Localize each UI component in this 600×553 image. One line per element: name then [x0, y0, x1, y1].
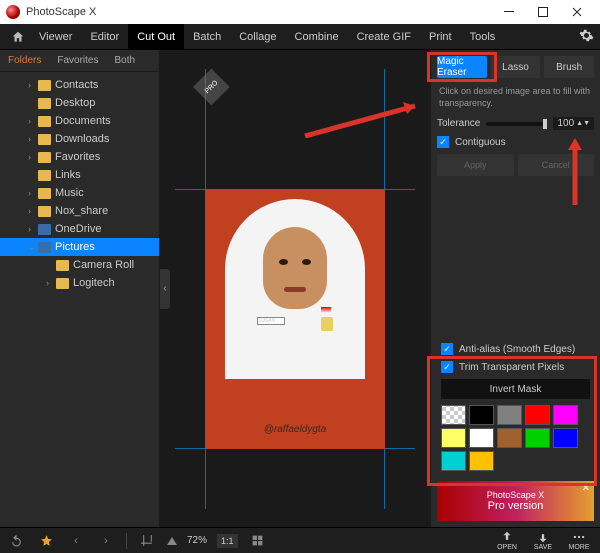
- app-icon: [6, 5, 20, 19]
- tree-item-onedrive[interactable]: ›OneDrive: [0, 220, 159, 238]
- minimize-button[interactable]: [492, 0, 526, 24]
- swatch[interactable]: [469, 451, 494, 471]
- maximize-button[interactable]: [526, 0, 560, 24]
- bottom-toolbar: ‹ › 72% 1:1 OPEN SAVE MORE: [0, 527, 600, 553]
- tree-item-desktop[interactable]: Desktop: [0, 94, 159, 112]
- menu-combine[interactable]: Combine: [286, 24, 348, 50]
- tree-item-camera-roll[interactable]: Camera Roll: [0, 256, 159, 274]
- home-button[interactable]: [6, 25, 30, 49]
- antialias-label: Anti-alias (Smooth Edges): [459, 344, 575, 355]
- tree-item-downloads[interactable]: ›Downloads: [0, 130, 159, 148]
- swatch[interactable]: [441, 428, 466, 448]
- cancel-button[interactable]: Cancel: [518, 154, 595, 176]
- name-tag: SUSAN: [257, 317, 285, 325]
- promo-line2: Pro version: [488, 500, 544, 512]
- tree-item-documents[interactable]: ›Documents: [0, 112, 159, 130]
- invert-mask-button[interactable]: Invert Mask: [441, 379, 590, 399]
- sidetab-folders[interactable]: Folders: [0, 50, 49, 71]
- collapse-sidebar-handle[interactable]: ‹: [160, 269, 170, 309]
- swatch[interactable]: [441, 451, 466, 471]
- pro-badge: PRO: [193, 68, 230, 105]
- menu-collage[interactable]: Collage: [230, 24, 285, 50]
- settings-button[interactable]: [579, 28, 594, 46]
- tolerance-label: Tolerance: [437, 118, 480, 129]
- trim-label: Trim Transparent Pixels: [459, 362, 564, 373]
- tolerance-slider[interactable]: [486, 122, 547, 126]
- window-title: PhotoScape X: [26, 6, 96, 18]
- flag-badge: [321, 307, 331, 313]
- sidetab-both[interactable]: Both: [106, 50, 143, 71]
- sidetab-favorites[interactable]: Favorites: [49, 50, 106, 71]
- tree-item-contacts[interactable]: ›Contacts: [0, 76, 159, 94]
- menu-editor[interactable]: Editor: [81, 24, 128, 50]
- tool-hint: Click on desired image area to fill with…: [437, 84, 594, 111]
- tree-item-music[interactable]: ›Music: [0, 184, 159, 202]
- folder-tree[interactable]: ›Contacts Desktop›Documents›Downloads›Fa…: [0, 72, 159, 527]
- next-icon[interactable]: ›: [96, 531, 116, 551]
- menu-creategif[interactable]: Create GIF: [348, 24, 420, 50]
- folder-sidebar: Folders Favorites Both ›Contacts Desktop…: [0, 50, 160, 527]
- trim-checkbox[interactable]: ✓: [441, 361, 453, 373]
- image-frame: PRO SUSAN @raffaeldygta: [195, 89, 395, 489]
- tree-item-logitech[interactable]: ›Logitech: [0, 274, 159, 292]
- menu-print[interactable]: Print: [420, 24, 461, 50]
- background-swatches: [441, 405, 590, 471]
- swatch[interactable]: [497, 405, 522, 425]
- menu-viewer[interactable]: Viewer: [30, 24, 81, 50]
- swatch[interactable]: [469, 428, 494, 448]
- contiguous-label: Contiguous: [455, 137, 506, 148]
- more-button[interactable]: MORE: [564, 530, 594, 551]
- tool-brush[interactable]: Brush: [544, 56, 594, 78]
- tree-item-pictures[interactable]: ⌄Pictures: [0, 238, 159, 256]
- tolerance-value[interactable]: 100▲▼: [553, 117, 594, 130]
- swatch[interactable]: [553, 405, 578, 425]
- promo-close-icon[interactable]: ✕: [582, 483, 590, 494]
- menu-batch[interactable]: Batch: [184, 24, 230, 50]
- antialias-checkbox[interactable]: ✓: [441, 343, 453, 355]
- watermark: @raffaeldygta: [264, 424, 326, 435]
- swatch[interactable]: [525, 405, 550, 425]
- apply-button[interactable]: Apply: [437, 154, 514, 176]
- zoom-up-icon[interactable]: [167, 537, 177, 545]
- menu-cutout[interactable]: Cut Out: [128, 24, 184, 50]
- person-illustration: SUSAN: [225, 199, 365, 379]
- zoom-value[interactable]: 72%: [187, 535, 207, 546]
- swatch[interactable]: [553, 428, 578, 448]
- grid-icon[interactable]: [248, 531, 268, 551]
- ratio-button[interactable]: 1:1: [217, 534, 238, 548]
- save-button[interactable]: SAVE: [528, 530, 558, 551]
- swatch[interactable]: [497, 428, 522, 448]
- tool-panel: Magic Eraser Lasso Brush Click on desire…: [430, 50, 600, 527]
- contiguous-checkbox[interactable]: ✓: [437, 136, 449, 148]
- swatch[interactable]: [441, 405, 466, 425]
- swatch[interactable]: [525, 428, 550, 448]
- school-badge: [321, 317, 333, 331]
- undo-icon[interactable]: [6, 531, 26, 551]
- tool-magic-eraser[interactable]: Magic Eraser: [437, 56, 487, 78]
- main-menubar: Viewer Editor Cut Out Batch Collage Comb…: [0, 24, 600, 50]
- canvas-area[interactable]: ‹ PRO SUSAN @raffaeldygta: [160, 50, 430, 527]
- menu-tools[interactable]: Tools: [461, 24, 505, 50]
- promo-banner[interactable]: ✕ PhotoScape X Pro version: [437, 481, 594, 521]
- open-button[interactable]: OPEN: [492, 530, 522, 551]
- close-button[interactable]: [560, 0, 594, 24]
- tool-lasso[interactable]: Lasso: [491, 56, 541, 78]
- tree-item-nox_share[interactable]: ›Nox_share: [0, 202, 159, 220]
- window-titlebar: PhotoScape X: [0, 0, 600, 24]
- tree-item-links[interactable]: Links: [0, 166, 159, 184]
- crop-icon[interactable]: [137, 531, 157, 551]
- promo-line1: PhotoScape X: [487, 490, 545, 500]
- favorite-icon[interactable]: [36, 531, 56, 551]
- swatch[interactable]: [469, 405, 494, 425]
- tree-item-favorites[interactable]: ›Favorites: [0, 148, 159, 166]
- photo: SUSAN: [205, 189, 385, 449]
- prev-icon[interactable]: ‹: [66, 531, 86, 551]
